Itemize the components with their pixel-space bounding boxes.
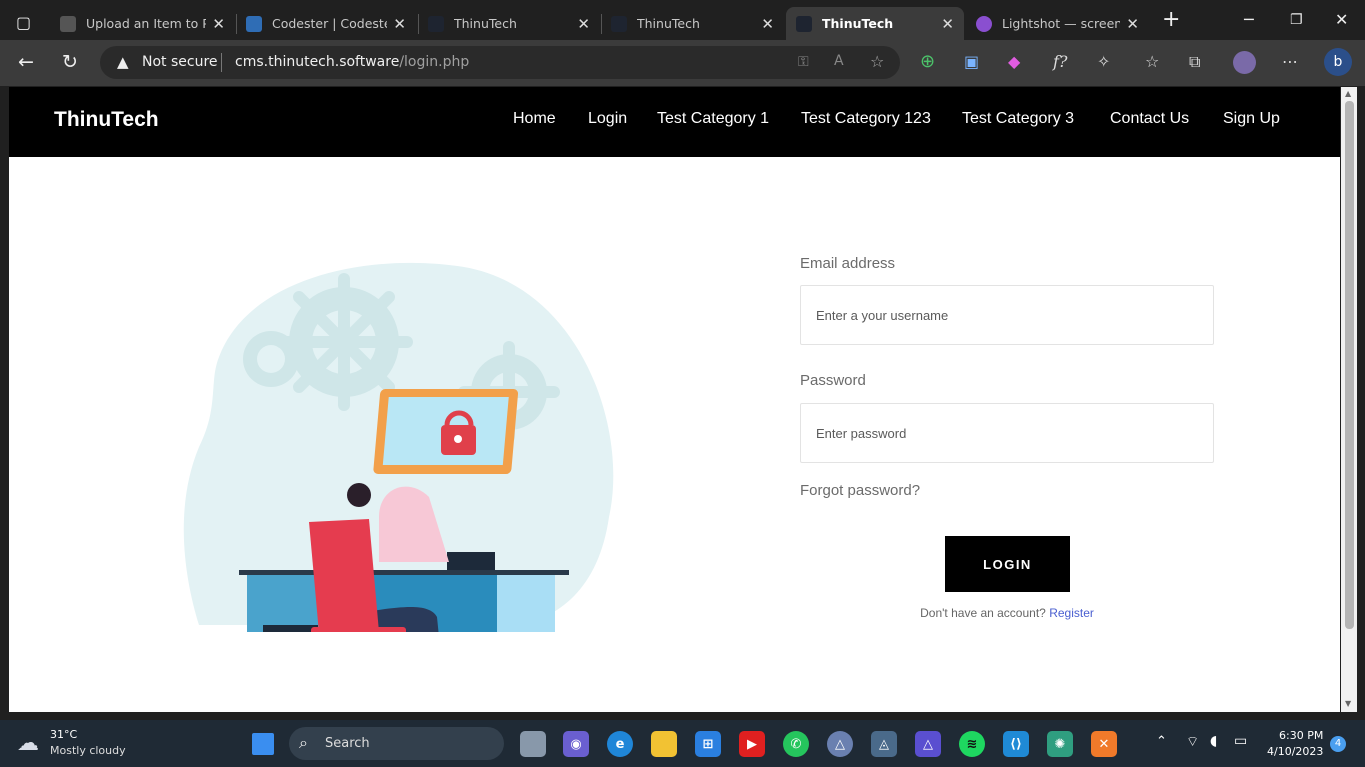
weather-temperature[interactable]: 31°C [50, 728, 77, 741]
register-line: Don't have an account? Register [800, 606, 1214, 620]
page-scrollbar[interactable]: ▲ ▼ [1341, 87, 1357, 712]
tab-upload-item[interactable]: Upload an Item to PH ✕ [50, 7, 235, 40]
key-icon[interactable]: ⚿ [798, 54, 809, 70]
app-utility-icon[interactable]: ◬ [871, 731, 897, 757]
weather-condition[interactable]: Mostly cloudy [50, 744, 126, 757]
tray-chevron-icon[interactable]: ⌃ [1156, 734, 1167, 749]
close-icon[interactable]: ✕ [761, 15, 774, 33]
bing-icon[interactable]: b [1324, 48, 1352, 76]
refresh-icon[interactable]: ↻ [62, 51, 78, 73]
password-input[interactable] [800, 403, 1214, 463]
weather-cloud-icon[interactable]: ☁ [17, 731, 39, 756]
extension-formula-icon[interactable]: f? [1053, 52, 1068, 71]
youtube-icon[interactable]: ▶ [739, 731, 765, 757]
tab-codester[interactable]: Codester | Codester ✕ [236, 7, 416, 40]
wifi-icon[interactable]: ⌔ [1186, 733, 1199, 751]
browser-tabbar: ▢ Upload an Item to PH ✕ Codester | Code… [0, 0, 1365, 45]
notification-badge[interactable]: 4 [1330, 736, 1346, 752]
extension-plus-icon[interactable]: ⊕ [920, 51, 935, 72]
register-link[interactable]: Register [1049, 606, 1094, 620]
restore-icon[interactable]: ❐ [1290, 12, 1303, 28]
close-icon[interactable]: ✕ [1126, 15, 1139, 33]
edge-icon[interactable]: e [607, 731, 633, 757]
url-text[interactable]: cms.thinutech.software/login.php [235, 54, 469, 70]
teams-icon[interactable]: ◉ [563, 731, 589, 757]
collections-icon[interactable]: ⧉ [1189, 52, 1200, 72]
search-icon: ⌕ [299, 733, 308, 752]
nav-test-category-1[interactable]: Test Category 1 [657, 110, 769, 128]
nav-contact-us[interactable]: Contact Us [1110, 110, 1189, 128]
warning-icon: ▲ [117, 53, 129, 71]
new-tab-icon[interactable]: + [1162, 7, 1180, 32]
read-aloud-icon[interactable]: A [834, 53, 844, 69]
tab-thinutech-1[interactable]: ThinuTech ✕ [418, 7, 600, 40]
app-triangle-icon[interactable]: △ [827, 731, 853, 757]
nav-login[interactable]: Login [588, 110, 627, 128]
clock-date[interactable]: 4/10/2023 [1267, 745, 1323, 758]
scroll-down-icon[interactable]: ▼ [1345, 699, 1351, 708]
close-icon[interactable]: ✕ [212, 15, 225, 33]
chatgpt-icon[interactable]: ✺ [1047, 731, 1073, 757]
window-close-icon[interactable]: ✕ [1335, 10, 1348, 29]
extension-color-icon[interactable]: ◆ [1008, 52, 1020, 71]
scrollbar-thumb[interactable] [1345, 101, 1354, 629]
email-label: Email address [800, 255, 896, 272]
volume-icon[interactable]: ◖ [1210, 733, 1217, 749]
close-icon[interactable]: ✕ [393, 15, 406, 33]
vscode-icon[interactable]: ⟨⟩ [1003, 731, 1029, 757]
webpage: ThinuTech Home Login Test Category 1 Tes… [9, 87, 1340, 712]
close-icon[interactable]: ✕ [941, 15, 954, 33]
back-icon[interactable]: ← [18, 51, 34, 73]
favorite-add-icon[interactable]: ☆ [870, 52, 884, 71]
tab-thinutech-active[interactable]: ThinuTech ✕ [786, 7, 964, 40]
profile-avatar[interactable] [1233, 51, 1256, 74]
search-label: Search [325, 736, 370, 751]
app-prism-icon[interactable]: △ [915, 731, 941, 757]
address-bar-row: ← ↻ ▲ Not secure cms.thinutech.software/… [0, 40, 1365, 86]
battery-icon[interactable]: ▭ [1234, 733, 1247, 749]
minimize-icon[interactable]: ─ [1244, 10, 1254, 29]
register-prompt: Don't have an account? [920, 606, 1046, 620]
nav-test-category-123[interactable]: Test Category 123 [801, 110, 931, 128]
nav-test-category-3[interactable]: Test Category 3 [962, 110, 1074, 128]
extension-screen-icon[interactable]: ▣ [964, 52, 979, 71]
tab-lightshot[interactable]: Lightshot — screenshot ✕ [966, 7, 1149, 40]
site-navbar: ThinuTech Home Login Test Category 1 Tes… [9, 87, 1340, 157]
windows-taskbar: ☁ 31°C Mostly cloudy ⌕ Search ◉ e ⊞ ▶ ✆ … [0, 720, 1365, 767]
whatsapp-icon[interactable]: ✆ [783, 731, 809, 757]
site-brand[interactable]: ThinuTech [54, 108, 159, 132]
close-icon[interactable]: ✕ [577, 15, 590, 33]
tab-actions-icon[interactable]: ▢ [16, 13, 31, 32]
store-icon[interactable]: ⊞ [695, 731, 721, 757]
tab-favicon-icon [246, 15, 262, 32]
tab-favicon-icon [60, 15, 76, 32]
extensions-puzzle-icon[interactable]: ✧ [1097, 52, 1110, 71]
forgot-password-link[interactable]: Forgot password? [800, 482, 920, 499]
tab-favicon-icon [796, 15, 812, 32]
favorites-icon[interactable]: ☆ [1145, 52, 1159, 71]
password-label: Password [800, 372, 866, 389]
tab-thinutech-2[interactable]: ThinuTech ✕ [601, 7, 784, 40]
nav-sign-up[interactable]: Sign Up [1223, 110, 1280, 128]
omnibox[interactable]: ▲ Not secure cms.thinutech.software/logi… [100, 46, 900, 79]
xampp-icon[interactable]: ✕ [1091, 731, 1117, 757]
tab-favicon-icon [611, 15, 627, 32]
nav-home[interactable]: Home [513, 110, 556, 128]
spotify-icon[interactable]: ≋ [959, 731, 985, 757]
scroll-up-icon[interactable]: ▲ [1345, 89, 1351, 98]
login-illustration [183, 262, 614, 632]
more-icon[interactable]: ⋯ [1282, 52, 1298, 71]
start-icon[interactable] [252, 733, 274, 755]
email-input[interactable] [800, 285, 1214, 345]
task-view-icon[interactable] [520, 731, 546, 757]
login-button[interactable]: LOGIN [945, 536, 1070, 592]
tab-favicon-icon [976, 15, 992, 32]
file-explorer-icon[interactable] [651, 731, 677, 757]
security-label[interactable]: Not secure [142, 54, 218, 70]
clock-time[interactable]: 6:30 PM [1279, 729, 1323, 742]
tab-favicon-icon [428, 15, 444, 32]
taskbar-search[interactable]: ⌕ Search [289, 727, 504, 760]
